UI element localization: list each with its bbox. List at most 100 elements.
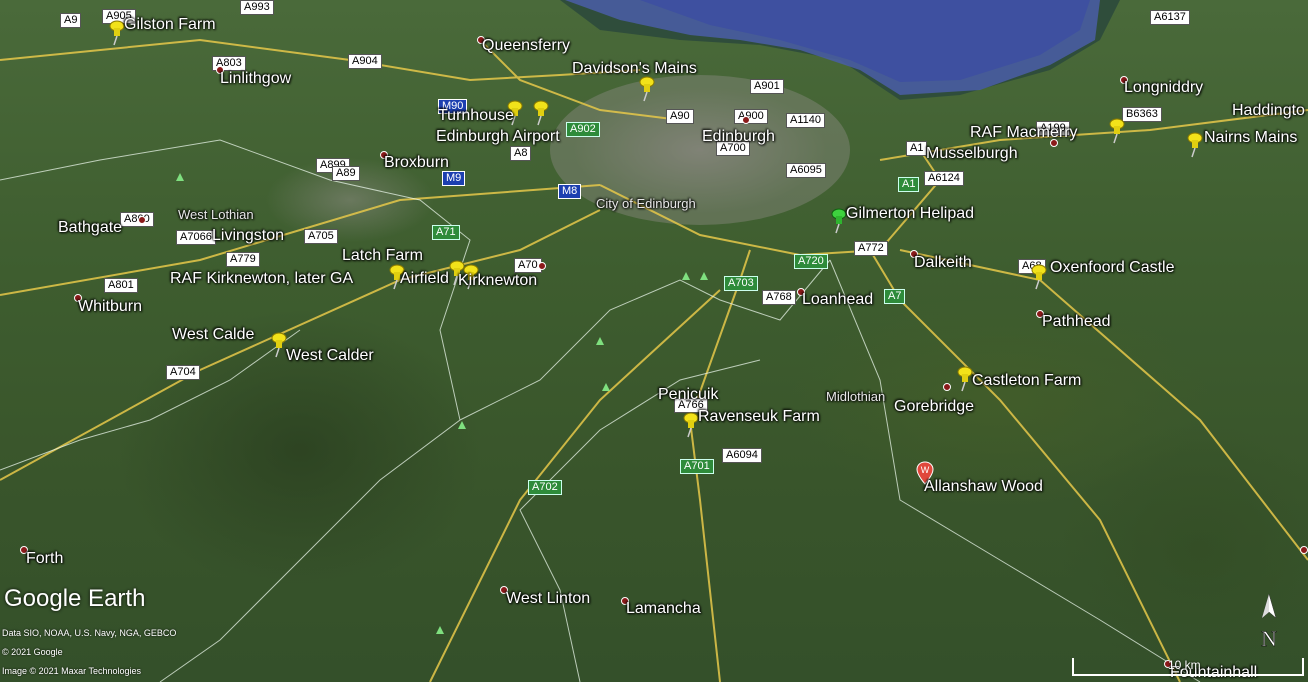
data-credit: Data SIO, NOAA, U.S. Navy, NGA, GEBCO (2, 628, 177, 638)
road-shield: A89 (332, 166, 360, 181)
pushpin-icon[interactable] (636, 76, 658, 102)
road-shield: A90 (666, 109, 694, 124)
place-label: Airfield (400, 270, 449, 287)
hill-marker (458, 421, 466, 429)
place-label: Midlothian (826, 389, 886, 404)
svg-text:W: W (921, 465, 930, 475)
road-shield: A720 (794, 254, 828, 269)
google-earth-logo: Google Earth (4, 585, 146, 612)
hill-marker (176, 173, 184, 181)
place-label: Broxburn (384, 154, 449, 171)
hill-marker (682, 272, 690, 280)
place-label: Turnhouse (438, 107, 514, 124)
scale-label: 10 km (1168, 658, 1201, 672)
road-shield: A705 (304, 229, 338, 244)
pushpin-icon[interactable] (1106, 118, 1128, 144)
place-label: Lamancha (626, 600, 701, 617)
place-label: Dalkeith (914, 254, 972, 271)
road-shield: A6137 (1150, 10, 1190, 25)
place-label: RAF Macmerry (970, 124, 1078, 141)
road-shield: A8 (510, 146, 532, 161)
place-dot (138, 216, 146, 224)
road-shield: A1 (898, 177, 920, 192)
boundary-5 (0, 329, 301, 471)
road-shield: A701 (680, 459, 714, 474)
place-label: Castleton Farm (972, 372, 1082, 389)
hill-marker (602, 383, 610, 391)
place-label: West Calde (172, 326, 255, 343)
a71-road (0, 209, 601, 481)
road-shield: A801 (104, 278, 138, 293)
place-dot (943, 383, 951, 391)
place-label: Gorebridge (894, 398, 975, 415)
pushpin-icon[interactable] (530, 100, 552, 126)
place-label: Whitburn (78, 298, 143, 315)
hill-marker (700, 272, 708, 280)
place-label: Edinburgh Airport (436, 128, 560, 145)
place-label: West Calder (286, 347, 374, 364)
place-label: West Lothian (178, 207, 254, 222)
road-shield: A704 (166, 365, 200, 380)
place-label: Pathhead (1042, 313, 1111, 330)
place-label: Gilston Farm (124, 16, 216, 33)
place-label: Loanhead (802, 291, 874, 308)
place-label: Longniddry (1124, 79, 1204, 96)
hill-marker (596, 337, 604, 345)
road-shield: A800 (120, 212, 154, 227)
road-shield: A993 (240, 0, 274, 15)
place-label: Nairns Mains (1204, 129, 1298, 146)
place-label: West Linton (506, 590, 591, 607)
compass-label: N (1261, 626, 1277, 651)
satellite-map[interactable]: A9 A905 A993 A6137 A803 A904 A901 B6363 … (0, 0, 1308, 682)
road-shield: A1 (906, 141, 928, 156)
edinburgh-urban (550, 75, 850, 225)
imagery-credit: Image © 2021 Maxar Technologies (2, 666, 142, 676)
road-shield: M8 (558, 184, 582, 199)
place-label: Livingston (212, 227, 285, 244)
road-shield: M9 (442, 171, 466, 186)
road-shield: A1140 (786, 113, 825, 128)
road-shield: A6095 (786, 163, 826, 178)
place-label: Latch Farm (342, 247, 423, 264)
road-shield: A904 (348, 54, 382, 69)
road-shield: A6124 (924, 171, 964, 186)
copyright-credit: © 2021 Google (2, 647, 63, 657)
place-label: Edinburgh (702, 128, 775, 145)
place-label: Bathgate (58, 219, 123, 236)
road-shield: A901 (750, 79, 784, 94)
a702-road (429, 289, 721, 682)
place-dot (1300, 546, 1308, 554)
road-shield: A900 (734, 109, 768, 124)
road-shield: A9 (60, 13, 82, 28)
place-label: Gilmerton Helipad (846, 205, 975, 222)
place-label: Queensferry (482, 37, 571, 54)
place-label: Ravenseuk Farm (698, 408, 820, 425)
place-dot (742, 116, 750, 124)
road-shield: A772 (854, 241, 888, 256)
place-label: Musselburgh (926, 145, 1018, 162)
compass-north-icon[interactable]: N (1256, 592, 1282, 652)
road-shield: A902 (566, 122, 600, 137)
place-label: RAF Kirknewton, later GA (170, 270, 354, 287)
place-label: Forth (26, 550, 64, 567)
hill-marker (436, 626, 444, 634)
place-label: Linlithgow (220, 70, 292, 87)
road-shield: A779 (226, 252, 260, 267)
road-shield: A7 (884, 289, 906, 304)
place-label: City of Edinburgh (596, 196, 696, 211)
boundary-4 (829, 259, 1201, 682)
place-label: Penicuik (658, 386, 719, 403)
road-shield: A768 (762, 290, 796, 305)
road-shield: A71 (432, 225, 460, 240)
road-shield: A7066 (176, 230, 216, 245)
place-label: Kirknewton (458, 272, 538, 289)
road-shield: A702 (528, 480, 562, 495)
place-label: Allanshaw Wood (924, 478, 1043, 495)
road-shield: A6094 (722, 448, 762, 463)
place-label: Davidson's Mains (572, 60, 697, 77)
place-dot (538, 262, 546, 270)
place-label: Oxenfoord Castle (1050, 259, 1175, 276)
pushpin-icon[interactable] (1028, 264, 1050, 290)
pushpin-icon[interactable] (1184, 132, 1206, 158)
place-label: Haddingto (1232, 102, 1305, 119)
